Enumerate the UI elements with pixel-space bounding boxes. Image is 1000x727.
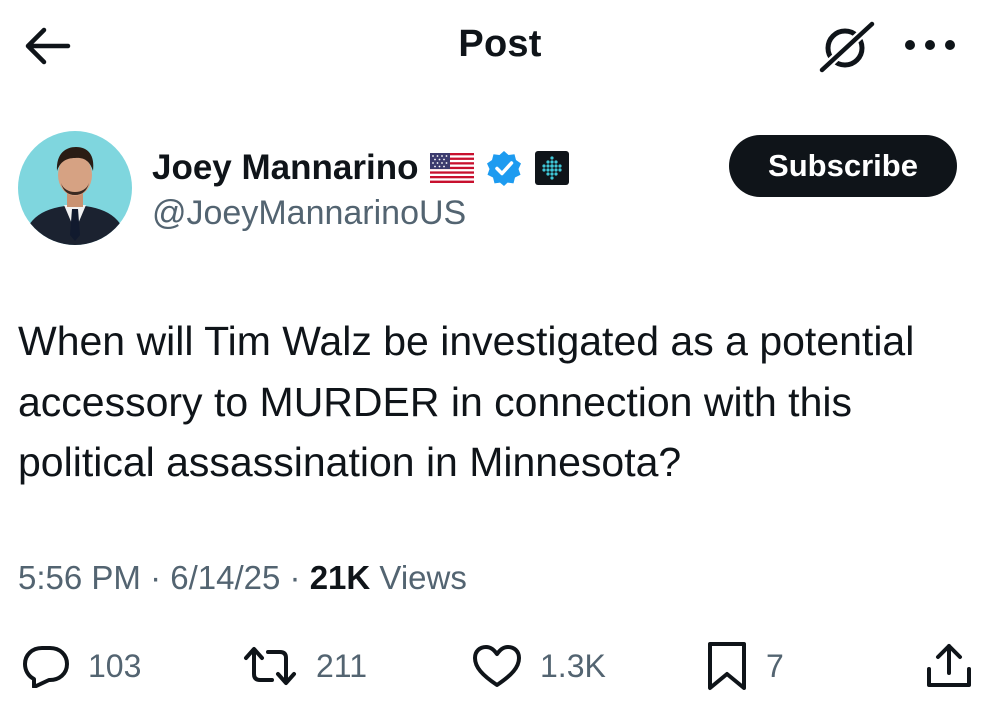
top-bar: Post — [0, 0, 1000, 92]
like-count: 1.3K — [540, 647, 606, 684]
views-count[interactable]: 21K — [310, 559, 371, 596]
tweet-meta: 5:56 PM · 6/14/25 · 21K Views — [18, 557, 467, 599]
share-button[interactable] — [925, 640, 973, 692]
bookmark-button[interactable]: 7 — [706, 640, 784, 692]
subscribe-button[interactable]: Subscribe — [729, 135, 957, 197]
bookmark-count: 7 — [766, 647, 784, 684]
avatar[interactable] — [18, 131, 132, 245]
author-name-row: Joey Mannarino — [152, 146, 570, 190]
repost-icon — [244, 647, 296, 685]
grok-icon[interactable] — [818, 18, 876, 74]
like-button[interactable]: 1.3K — [472, 640, 606, 692]
bookmark-icon — [708, 642, 746, 690]
avatar-image — [18, 131, 132, 245]
reply-icon — [23, 646, 69, 688]
affiliate-badge-icon[interactable] — [534, 150, 570, 186]
repost-button[interactable]: 211 — [242, 640, 367, 692]
verified-badge-icon[interactable] — [486, 150, 522, 186]
meta-separator: · — [289, 559, 301, 596]
heart-icon — [473, 645, 521, 687]
author-name[interactable]: Joey Mannarino — [152, 148, 418, 188]
repost-count: 211 — [316, 647, 368, 684]
reply-button[interactable]: 103 — [22, 640, 141, 692]
reply-count: 103 — [88, 647, 142, 684]
share-icon — [927, 644, 971, 687]
more-horizontal-icon[interactable] — [902, 34, 958, 56]
views-label[interactable]: Views — [379, 559, 466, 596]
author-handle[interactable]: @JoeyMannarinoUS — [152, 192, 466, 234]
us-flag-icon — [430, 153, 475, 183]
tweet-date[interactable]: 6/14/25 — [170, 559, 280, 596]
tweet-text: When will Tim Walz be investigated as a … — [18, 318, 915, 485]
meta-separator: · — [150, 559, 162, 596]
tweet-time[interactable]: 5:56 PM — [18, 559, 141, 596]
